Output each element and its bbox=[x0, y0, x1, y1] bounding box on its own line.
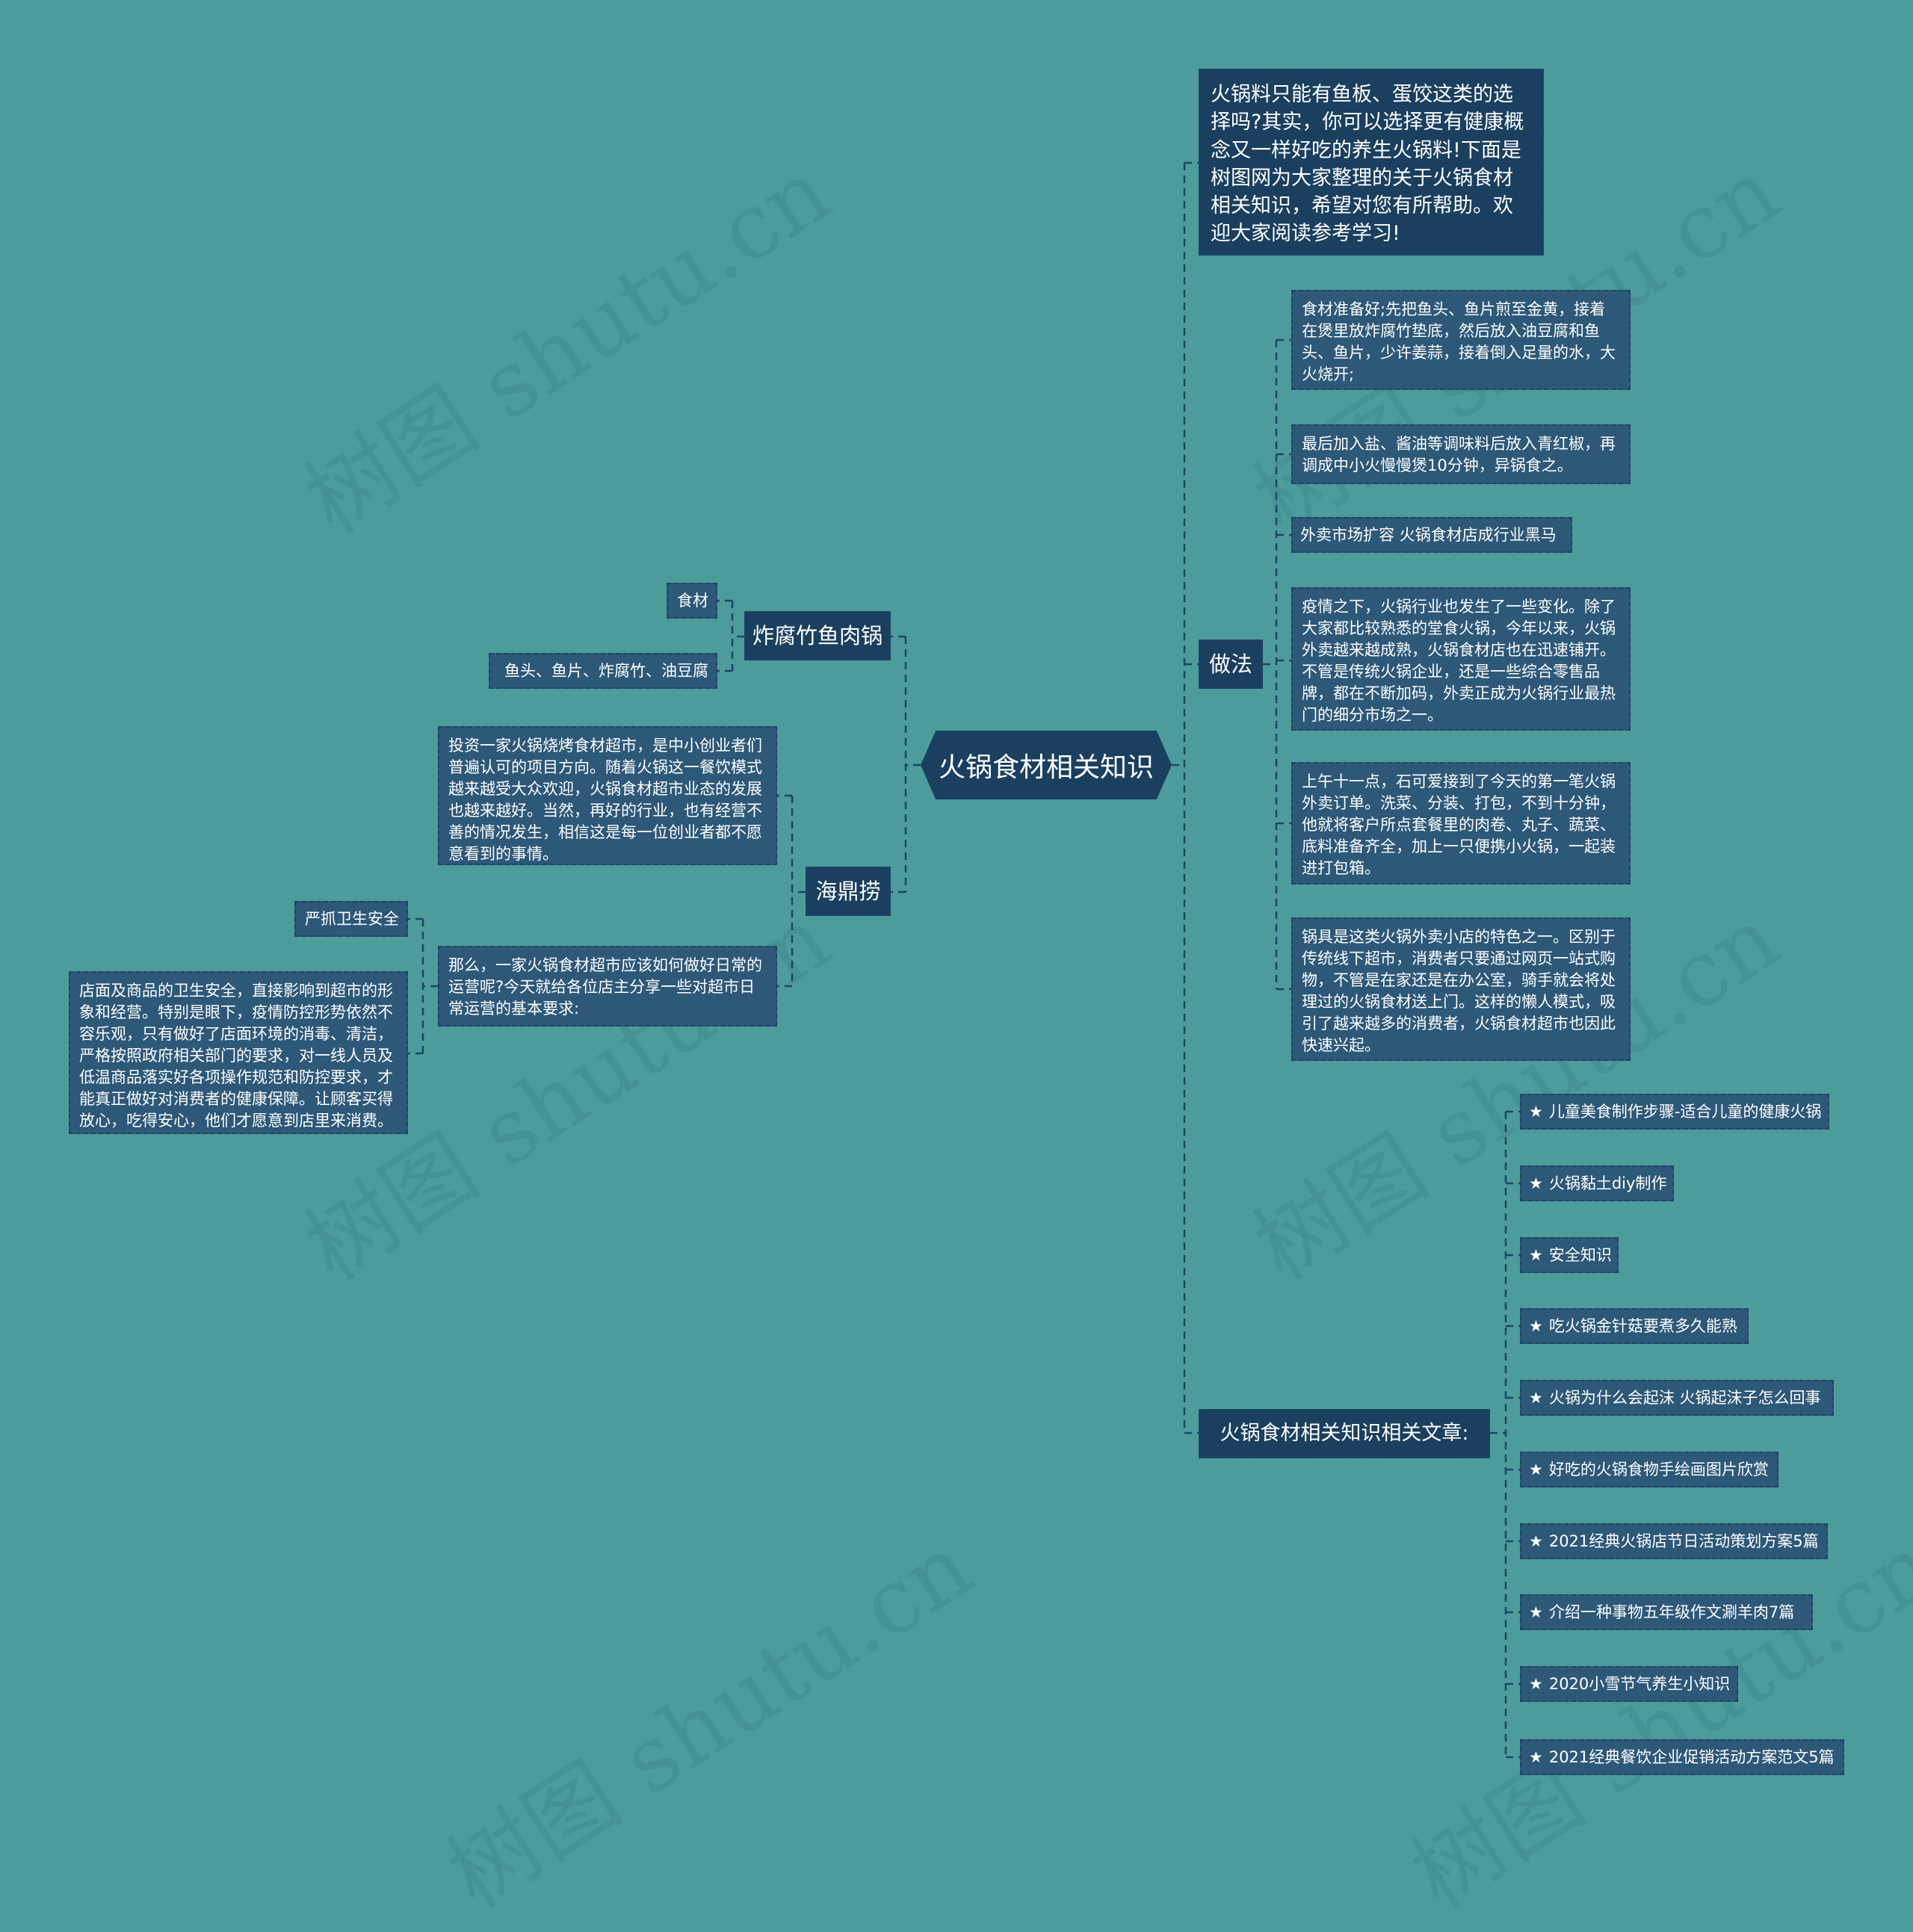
article-title: 2021经典餐饮企业促销活动方案范文5篇 bbox=[1548, 1747, 1835, 1766]
article-title: 2020小雪节气养生小知识 bbox=[1548, 1674, 1731, 1693]
star-icon: ★ bbox=[1529, 1532, 1543, 1550]
article-link[interactable]: ★ 2021经典餐饮企业促销活动方案范文5篇 bbox=[1520, 1739, 1844, 1775]
method-step-text: 上午十一点，石可爱接到了今天的第一笔火锅外卖订单。洗菜、分装、打包，不到十分钟，… bbox=[1302, 773, 1616, 877]
article-title: 火锅黏土diy制作 bbox=[1548, 1174, 1667, 1192]
hygiene-node[interactable]: 严抓卫生安全 bbox=[294, 901, 408, 937]
method-step-text: 锅具是这类火锅外卖小店的特色之一。区别于传统线下超市，消费者只要通过网页一站式购… bbox=[1302, 928, 1616, 1054]
haidilao-para-2[interactable]: 那么，一家火锅食材超市应该如何做好日常的运营呢?今天就给各位店主分享一些对超市日… bbox=[438, 946, 777, 1027]
star-icon: ★ bbox=[1529, 1388, 1543, 1407]
article-title: 2021经典火锅店节日活动策划方案5篇 bbox=[1548, 1532, 1819, 1550]
star-icon: ★ bbox=[1529, 1316, 1543, 1335]
method-step-4[interactable]: 疫情之下，火锅行业也发生了一些变化。除了大家都比较熟悉的堂食火锅，今年以来，火锅… bbox=[1291, 587, 1631, 731]
method-step-1[interactable]: 食材准备好;先把鱼头、鱼片煎至金黄，接着在煲里放炸腐竹垫底，然后放入油豆腐和鱼头… bbox=[1291, 290, 1631, 390]
ingredient-label-text: 食材 bbox=[677, 591, 708, 610]
zhafuzhu-label: 炸腐竹鱼肉锅 bbox=[752, 622, 883, 648]
article-link[interactable]: ★ 吃火锅金针菇要煮多久能熟 bbox=[1520, 1308, 1749, 1344]
article-link[interactable]: ★ 安全知识 bbox=[1520, 1237, 1619, 1273]
ingredient-list-node[interactable]: 鱼头、鱼片、炸腐竹、油豆腐 bbox=[489, 653, 717, 689]
article-title: 介绍一种事物五年级作文涮羊肉7篇 bbox=[1548, 1603, 1795, 1621]
articles-label: 火锅食材相关知识相关文章: bbox=[1220, 1422, 1469, 1446]
root-node[interactable]: 火锅食材相关知识 bbox=[921, 731, 1172, 799]
article-link[interactable]: ★ 儿童美食制作步骤-适合儿童的健康火锅 bbox=[1520, 1094, 1829, 1130]
articles-node[interactable]: 火锅食材相关知识相关文章: bbox=[1199, 1409, 1490, 1458]
article-title: 儿童美食制作步骤-适合儿童的健康火锅 bbox=[1548, 1102, 1822, 1121]
star-icon: ★ bbox=[1529, 1245, 1543, 1264]
star-icon: ★ bbox=[1529, 1674, 1543, 1693]
article-title: 安全知识 bbox=[1548, 1245, 1612, 1264]
article-link[interactable]: ★ 介绍一种事物五年级作文涮羊肉7篇 bbox=[1520, 1594, 1813, 1630]
method-step-3[interactable]: 外卖市场扩容 火锅食材店成行业黑马 bbox=[1291, 517, 1572, 553]
haidilao-node[interactable]: 海鼎捞 bbox=[806, 867, 891, 916]
haidilao-para-text: 投资一家火锅烧烤食材超市，是中小创业者们普遍认可的项目方向。随着火锅这一餐饮模式… bbox=[448, 737, 762, 863]
method-step-text: 外卖市场扩容 火锅食材店成行业黑马 bbox=[1300, 525, 1557, 544]
intro-node[interactable]: 火锅料只能有鱼板、蛋饺这类的选择吗?其实，你可以选择更有健康概念又一样好吃的养生… bbox=[1199, 69, 1544, 256]
hygiene-detail-node[interactable]: 店面及商品的卫生安全，直接影响到超市的形象和经营。特别是眼下，疫情防控形势依然不… bbox=[69, 971, 408, 1134]
method-node[interactable]: 做法 bbox=[1199, 640, 1263, 689]
article-title: 好吃的火锅食物手绘画图片欣赏 bbox=[1548, 1460, 1769, 1479]
article-link[interactable]: ★ 2020小雪节气养生小知识 bbox=[1520, 1666, 1738, 1702]
article-title: 吃火锅金针菇要煮多久能熟 bbox=[1548, 1316, 1737, 1335]
article-title: 火锅为什么会起沫 火锅起沫子怎么回事 bbox=[1548, 1388, 1821, 1407]
root-node-label: 火锅食材相关知识 bbox=[938, 752, 1154, 783]
method-step-2[interactable]: 最后加入盐、酱油等调味料后放入青红椒，再调成中小火慢慢煲10分钟，异锅食之。 bbox=[1291, 424, 1631, 484]
star-icon: ★ bbox=[1529, 1460, 1543, 1479]
star-icon: ★ bbox=[1529, 1747, 1543, 1766]
star-icon: ★ bbox=[1529, 1102, 1543, 1121]
star-icon: ★ bbox=[1529, 1174, 1543, 1192]
method-step-5[interactable]: 上午十一点，石可爱接到了今天的第一笔火锅外卖订单。洗菜、分装、打包，不到十分钟，… bbox=[1291, 762, 1631, 885]
method-step-6[interactable]: 锅具是这类火锅外卖小店的特色之一。区别于传统线下超市，消费者只要通过网页一站式购… bbox=[1291, 917, 1631, 1061]
zhafuzhu-node[interactable]: 炸腐竹鱼肉锅 bbox=[744, 611, 891, 660]
method-label: 做法 bbox=[1209, 651, 1253, 677]
method-step-text: 最后加入盐、酱油等调味料后放入青红椒，再调成中小火慢慢煲10分钟，异锅食之。 bbox=[1302, 435, 1616, 474]
star-icon: ★ bbox=[1529, 1603, 1543, 1621]
haidilao-para-text: 那么，一家火锅食材超市应该如何做好日常的运营呢?今天就给各位店主分享一些对超市日… bbox=[448, 956, 762, 1018]
hygiene-detail-text: 店面及商品的卫生安全，直接影响到超市的形象和经营。特别是眼下，疫情防控形势依然不… bbox=[79, 982, 393, 1130]
haidilao-para-1[interactable]: 投资一家火锅烧烤食材超市，是中小创业者们普遍认可的项目方向。随着火锅这一餐饮模式… bbox=[438, 726, 777, 865]
method-step-text: 疫情之下，火锅行业也发生了一些变化。除了大家都比较熟悉的堂食火锅，今年以来，火锅… bbox=[1302, 598, 1616, 724]
haidilao-label: 海鼎捞 bbox=[815, 878, 881, 904]
hygiene-label: 严抓卫生安全 bbox=[305, 909, 399, 928]
ingredient-label-node[interactable]: 食材 bbox=[667, 583, 717, 619]
ingredient-list-text: 鱼头、鱼片、炸腐竹、油豆腐 bbox=[504, 661, 708, 680]
article-link[interactable]: ★ 火锅黏土diy制作 bbox=[1520, 1165, 1674, 1201]
article-link[interactable]: ★ 好吃的火锅食物手绘画图片欣赏 bbox=[1520, 1452, 1778, 1487]
article-link[interactable]: ★ 火锅为什么会起沫 火锅起沫子怎么回事 bbox=[1520, 1380, 1834, 1416]
article-link[interactable]: ★ 2021经典火锅店节日活动策划方案5篇 bbox=[1520, 1523, 1828, 1559]
method-step-text: 食材准备好;先把鱼头、鱼片煎至金黄，接着在煲里放炸腐竹垫底，然后放入油豆腐和鱼头… bbox=[1302, 300, 1616, 383]
intro-text: 火锅料只能有鱼板、蛋饺这类的选择吗?其实，你可以选择更有健康概念又一样好吃的养生… bbox=[1211, 83, 1524, 246]
